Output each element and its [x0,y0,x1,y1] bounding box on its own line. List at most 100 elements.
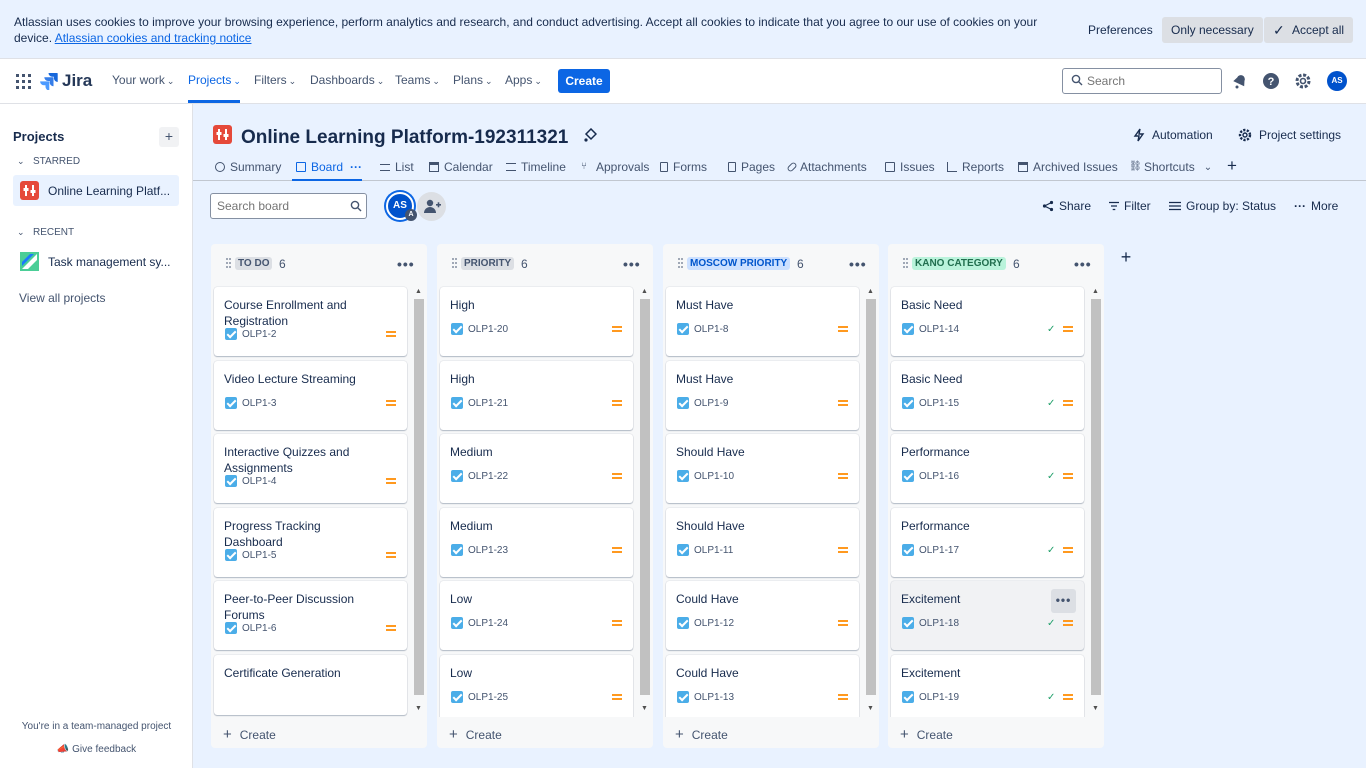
issue-key[interactable]: OLP1-3 [242,398,276,409]
app-switcher-icon[interactable] [16,74,31,89]
issue-key[interactable]: OLP1-16 [919,471,959,482]
scroll-down-icon[interactable]: ▼ [415,705,422,712]
create-issue-button[interactable]: + Create [223,726,276,743]
issue-card[interactable]: Low OLP1-24 [440,581,633,650]
issue-card[interactable]: Performance OLP1-17 ✓ [891,508,1084,577]
scroll-thumb[interactable] [640,299,650,695]
tab-approvals[interactable]: ⑂ Approvals [581,160,649,174]
issue-card[interactable]: Progress Tracking Dashboard OLP1-5 [214,508,407,577]
column-scrollbar[interactable]: ▲ ▼ [1089,284,1101,717]
issue-card[interactable]: Could Have OLP1-12 [666,581,859,650]
tab-list[interactable]: List [380,160,414,174]
board-user-avatar[interactable]: AS A [386,192,417,221]
issue-card[interactable]: Certificate Generation [214,655,407,715]
create-button[interactable]: Create [558,69,610,93]
scroll-down-icon[interactable]: ▼ [867,705,874,712]
add-project-button[interactable]: + [159,127,179,147]
column-scrollbar[interactable]: ▲ ▼ [638,284,650,717]
filter-button[interactable]: Filter [1109,199,1151,213]
preferences-button[interactable]: Preferences [1079,17,1162,43]
card-more-icon[interactable]: ••• [1051,589,1076,613]
add-tab-button[interactable]: + [1227,156,1237,176]
issue-key[interactable]: OLP1-19 [919,692,959,703]
tab-attachments[interactable]: Attachments [786,160,867,174]
issue-key[interactable]: OLP1-10 [694,471,734,482]
issue-card[interactable]: Medium OLP1-22 [440,434,633,503]
tab-archived-issues[interactable]: Archived Issues [1018,160,1118,174]
issue-card[interactable]: High OLP1-21 [440,361,633,430]
tab-calendar[interactable]: Calendar [429,160,493,174]
issue-key[interactable]: OLP1-20 [468,324,508,335]
scroll-down-icon[interactable]: ▼ [1092,705,1099,712]
issue-card[interactable]: Must Have OLP1-9 [666,361,859,430]
issue-card[interactable]: Low OLP1-25 [440,655,633,717]
drag-handle-icon[interactable] [226,258,231,268]
issue-card[interactable]: Excitement OLP1-19 ✓ [891,655,1084,717]
issue-card[interactable]: Medium OLP1-23 [440,508,633,577]
scroll-thumb[interactable] [414,299,424,695]
starred-section-toggle[interactable]: ⌄ STARRED [17,156,80,167]
nav-teams[interactable]: Teams ⌄ [395,73,440,87]
scroll-thumb[interactable] [866,299,876,695]
jira-logo[interactable]: Jira [40,70,92,92]
issue-card[interactable]: Basic Need OLP1-14 ✓ [891,287,1084,356]
issue-key[interactable]: OLP1-8 [694,324,728,335]
column-header[interactable]: KANO CATEGORY 6 ••• [888,244,1104,282]
issue-card[interactable]: High OLP1-20 [440,287,633,356]
issue-key[interactable]: OLP1-13 [694,692,734,703]
issue-key[interactable]: OLP1-24 [468,618,508,629]
sidebar-item-online-learning[interactable]: Online Learning Platf... [13,175,179,206]
add-column-button[interactable]: + [1114,246,1138,270]
nav-apps[interactable]: Apps ⌄ [505,73,542,87]
create-issue-button[interactable]: + Create [675,726,728,743]
more-button[interactable]: ··· More [1294,199,1338,213]
user-avatar[interactable]: AS [1327,71,1347,91]
nav-filters[interactable]: Filters ⌄ [254,73,296,87]
issue-key[interactable]: OLP1-17 [919,545,959,556]
sidebar-item-task-management[interactable]: Task management sy... [13,246,179,277]
issue-card[interactable]: Basic Need OLP1-15 ✓ [891,361,1084,430]
column-more-icon[interactable]: ••• [623,256,641,272]
issue-card[interactable]: Should Have OLP1-11 [666,508,859,577]
issue-key[interactable]: OLP1-5 [242,550,276,561]
tab-issues[interactable]: Issues [885,160,935,174]
global-search-input[interactable] [1087,73,1217,89]
only-necessary-button[interactable]: Only necessary [1162,17,1263,43]
issue-card[interactable]: Video Lecture Streaming OLP1-3 [214,361,407,430]
project-settings-button[interactable]: Project settings [1238,128,1341,142]
tab-board[interactable]: Board ··· [296,160,362,174]
issue-key[interactable]: OLP1-22 [468,471,508,482]
paint-bucket-icon[interactable] [583,128,597,142]
tab-reports[interactable]: Reports [947,160,1004,174]
help-icon[interactable]: ? [1261,71,1281,91]
issue-key[interactable]: OLP1-14 [919,324,959,335]
scroll-down-icon[interactable]: ▼ [641,705,648,712]
issue-card[interactable]: Could Have OLP1-13 [666,655,859,717]
drag-handle-icon[interactable] [678,258,683,268]
issue-key[interactable]: OLP1-23 [468,545,508,556]
more-icon[interactable]: ··· [350,160,362,174]
issue-card[interactable]: Interactive Quizzes and Assignments OLP1-… [214,434,407,503]
issue-key[interactable]: OLP1-2 [242,329,276,340]
scroll-thumb[interactable] [1091,299,1101,695]
column-more-icon[interactable]: ••• [1074,256,1092,272]
issue-key[interactable]: OLP1-12 [694,618,734,629]
nav-your-work[interactable]: Your work ⌄ [112,73,174,87]
issue-key[interactable]: OLP1-25 [468,692,508,703]
column-scrollbar[interactable]: ▲ ▼ [412,284,424,717]
column-more-icon[interactable]: ••• [849,256,867,272]
search-board[interactable] [210,193,367,219]
global-search[interactable] [1062,68,1222,94]
drag-handle-icon[interactable] [452,258,457,268]
tab-pages[interactable]: Pages [728,160,775,174]
scroll-up-icon[interactable]: ▲ [867,288,874,295]
tab-forms[interactable]: Forms [660,160,707,174]
issue-key[interactable]: OLP1-4 [242,476,276,487]
cookie-notice-link[interactable]: Atlassian cookies and tracking notice [55,31,252,45]
issue-card[interactable]: Performance OLP1-16 ✓ [891,434,1084,503]
nav-projects[interactable]: Projects ⌄ [188,73,241,87]
column-header[interactable]: TO DO 6 ••• [211,244,427,282]
scroll-up-icon[interactable]: ▲ [641,288,648,295]
tab-summary[interactable]: Summary [215,160,281,174]
share-button[interactable]: Share [1042,199,1091,213]
